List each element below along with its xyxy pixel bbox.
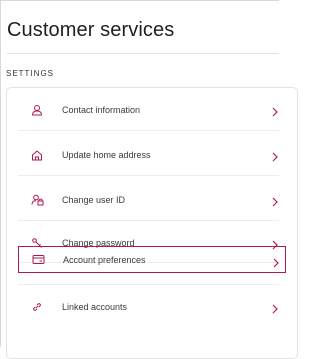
person-icon xyxy=(30,103,44,117)
settings-item-label: Change user ID xyxy=(62,195,126,205)
title-divider xyxy=(7,53,279,54)
settings-item-linked-accounts[interactable]: Linked accounts xyxy=(18,292,293,322)
chevron-right-icon xyxy=(272,149,278,167)
link-icon xyxy=(30,300,44,314)
chevron-right-icon xyxy=(272,301,278,319)
settings-item-account-preferences[interactable]: Account preferences xyxy=(18,246,286,273)
row-separator xyxy=(18,130,279,131)
row-separator xyxy=(18,175,279,176)
home-icon xyxy=(30,148,44,162)
settings-item-label: Linked accounts xyxy=(62,302,128,312)
row-separator xyxy=(18,284,279,285)
page-title: Customer services xyxy=(7,19,175,41)
user-lock-icon xyxy=(30,193,44,207)
settings-item-update-home-address[interactable]: Update home address xyxy=(18,140,293,170)
card-icon xyxy=(31,253,45,267)
settings-item-contact-information[interactable]: Contact information xyxy=(18,95,293,125)
chevron-right-icon xyxy=(273,255,279,273)
settings-item-change-user-id[interactable]: Change user ID xyxy=(18,185,293,215)
row-separator xyxy=(18,220,279,221)
chevron-right-icon xyxy=(272,194,278,212)
settings-item-label: Account preferences xyxy=(63,254,146,265)
section-label-settings: SETTINGS xyxy=(6,69,55,78)
settings-item-label: Contact information xyxy=(62,105,141,115)
settings-item-label: Update home address xyxy=(62,150,151,160)
chevron-right-icon xyxy=(272,104,278,122)
